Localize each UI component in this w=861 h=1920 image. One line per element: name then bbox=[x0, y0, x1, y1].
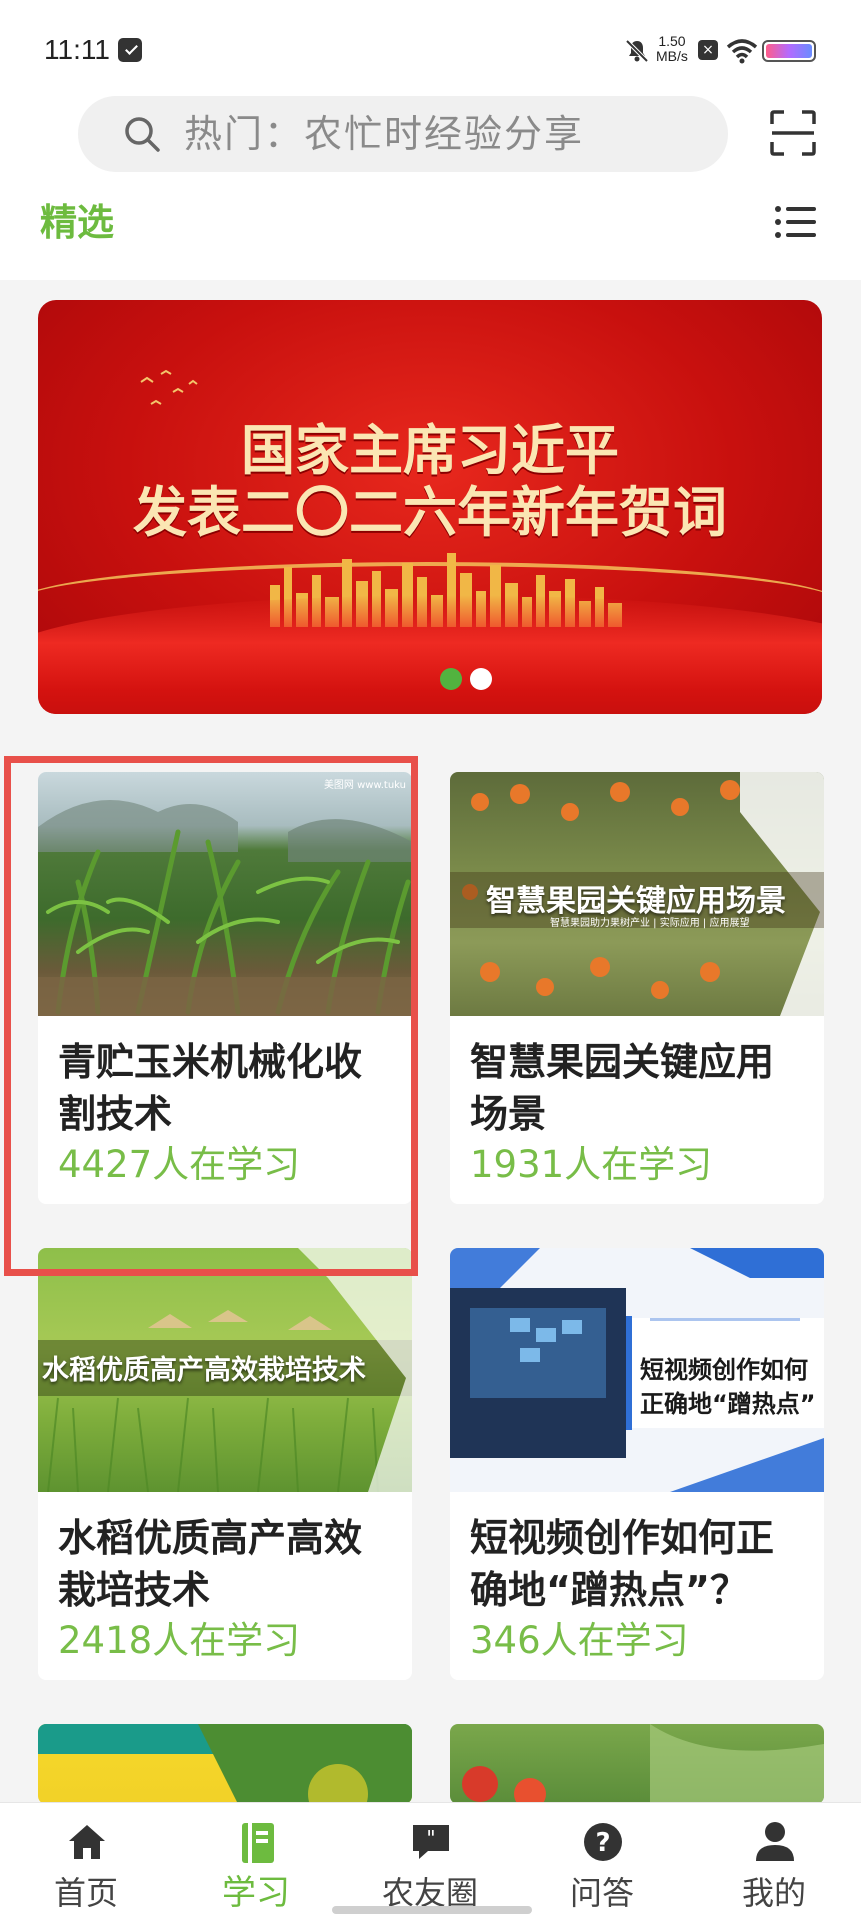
nav-label: 问答 bbox=[569, 1874, 634, 1912]
mute-bell-icon bbox=[625, 39, 649, 63]
wifi-icon bbox=[726, 39, 758, 64]
course-thumbnail: 水稻优质高产高效栽培技术 bbox=[38, 1248, 412, 1492]
search-icon bbox=[125, 117, 160, 152]
svg-text:?: ? bbox=[595, 1828, 610, 1858]
banner-red-ribbon bbox=[38, 595, 822, 714]
banner-title-line1: 国家主席习近平 bbox=[241, 418, 619, 482]
list-menu-icon[interactable] bbox=[774, 204, 816, 240]
chat-quote-icon: " bbox=[413, 1825, 449, 1859]
thumbnail-graphic bbox=[38, 1724, 412, 1804]
course-title: 短视频创作如何正确地“蹭热点”？ bbox=[470, 1516, 775, 1612]
nav-profile[interactable]: 我的 bbox=[714, 1803, 834, 1920]
banner-title-line2: 发表二〇二六年新年贺词 bbox=[133, 480, 727, 544]
scan-icon[interactable] bbox=[770, 110, 816, 156]
network-speed-unit: MB/s bbox=[656, 48, 688, 64]
nav-label: 我的 bbox=[741, 1874, 806, 1912]
course-thumbnail: 美图网 www.tuku bbox=[38, 772, 412, 1016]
status-bar: 11:11 1.50 MB/s × bbox=[0, 0, 861, 100]
course-title: 青贮玉米机械化收割技术 bbox=[58, 1040, 363, 1136]
thumbnail-overlay-title: 水稻优质高产高效栽培技术 bbox=[42, 1355, 366, 1386]
book-icon bbox=[242, 1823, 274, 1863]
search-bar[interactable]: 热门：农忙时经验分享 bbox=[78, 96, 728, 172]
bottom-navigation: 首页 学习 " 农友圈 ? 问答 我的 bbox=[0, 1802, 861, 1920]
nav-qa[interactable]: ? 问答 bbox=[542, 1803, 662, 1920]
learner-count: 2418人在学习 bbox=[58, 1619, 301, 1662]
nav-learn[interactable]: 学习 bbox=[196, 1803, 316, 1920]
banner-carousel[interactable]: 国家主席习近平 发表二〇二六年新年贺词 bbox=[38, 300, 822, 714]
message-notification-icon bbox=[118, 38, 142, 62]
battery-icon bbox=[762, 40, 816, 62]
course-title: 水稻优质高产高效栽培技术 bbox=[58, 1516, 363, 1612]
carousel-indicators bbox=[440, 668, 500, 692]
thumbnail-graphic bbox=[462, 1724, 824, 1804]
carousel-dot-active[interactable] bbox=[440, 668, 462, 690]
learner-count: 346人在学习 bbox=[470, 1619, 689, 1662]
course-thumbnail bbox=[38, 1724, 412, 1804]
home-icon bbox=[69, 1825, 105, 1859]
home-indicator bbox=[332, 1906, 532, 1914]
course-card[interactable]: 水稻优质高产高效栽培技术 水稻优质高产高效栽培技术 2418人在学习 bbox=[38, 1248, 412, 1680]
course-thumbnail: 短视频创作如何 正确地“蹭热点” bbox=[450, 1248, 824, 1492]
thumbnail-overlay-line2: 正确地“蹭热点” bbox=[640, 1390, 816, 1418]
course-card[interactable] bbox=[38, 1724, 412, 1804]
course-thumbnail: 智慧果园关键应用场景 智慧果园助力果树产业 | 实际应用 | 应用展望 bbox=[450, 772, 824, 1016]
course-title: 智慧果园关键应用场景 bbox=[470, 1040, 775, 1136]
birds-decoration bbox=[140, 369, 198, 405]
svg-text:": " bbox=[426, 1826, 435, 1850]
thumbnail-overlay-line1: 短视频创作如何 bbox=[640, 1356, 808, 1384]
network-speed-value: 1.50 bbox=[658, 33, 686, 49]
status-time: 11:11 bbox=[44, 34, 110, 65]
course-card[interactable] bbox=[450, 1724, 824, 1804]
search-placeholder: 热门：农忙时经验分享 bbox=[184, 112, 585, 156]
learner-count: 1931人在学习 bbox=[470, 1143, 713, 1186]
question-icon: ? bbox=[584, 1823, 622, 1861]
user-icon bbox=[756, 1822, 794, 1861]
course-card[interactable]: 美图网 www.tuku 青贮玉米机械化收割技术 4427人在学习 bbox=[38, 772, 412, 1204]
thumbnail-watermark: 美图网 www.tuku bbox=[323, 780, 406, 791]
top-bar: 11:11 1.50 MB/s × 热门：农忙时经验分享 精选 bbox=[0, 0, 861, 280]
carousel-dot[interactable] bbox=[470, 668, 492, 690]
course-card[interactable]: 短视频创作如何 正确地“蹭热点” 短视频创作如何正确地“蹭热点”？ 346人在学… bbox=[450, 1248, 824, 1680]
nav-label: 学习 bbox=[222, 1873, 290, 1913]
close-box-icon: × bbox=[698, 40, 718, 60]
nav-farmer-circle[interactable]: " 农友圈 bbox=[370, 1803, 490, 1920]
learner-count: 4427人在学习 bbox=[58, 1143, 301, 1186]
thumbnail-overlay-subtitle: 智慧果园助力果树产业 | 实际应用 | 应用展望 bbox=[550, 918, 750, 929]
corn-field-image bbox=[38, 800, 412, 1016]
tab-featured[interactable]: 精选 bbox=[40, 200, 114, 246]
nav-home[interactable]: 首页 bbox=[26, 1803, 146, 1920]
course-thumbnail bbox=[450, 1724, 824, 1804]
network-speed: 1.50 MB/s bbox=[656, 34, 688, 64]
nav-label: 首页 bbox=[53, 1874, 118, 1912]
course-card[interactable]: 智慧果园关键应用场景 智慧果园助力果树产业 | 实际应用 | 应用展望 智慧果园… bbox=[450, 772, 824, 1204]
